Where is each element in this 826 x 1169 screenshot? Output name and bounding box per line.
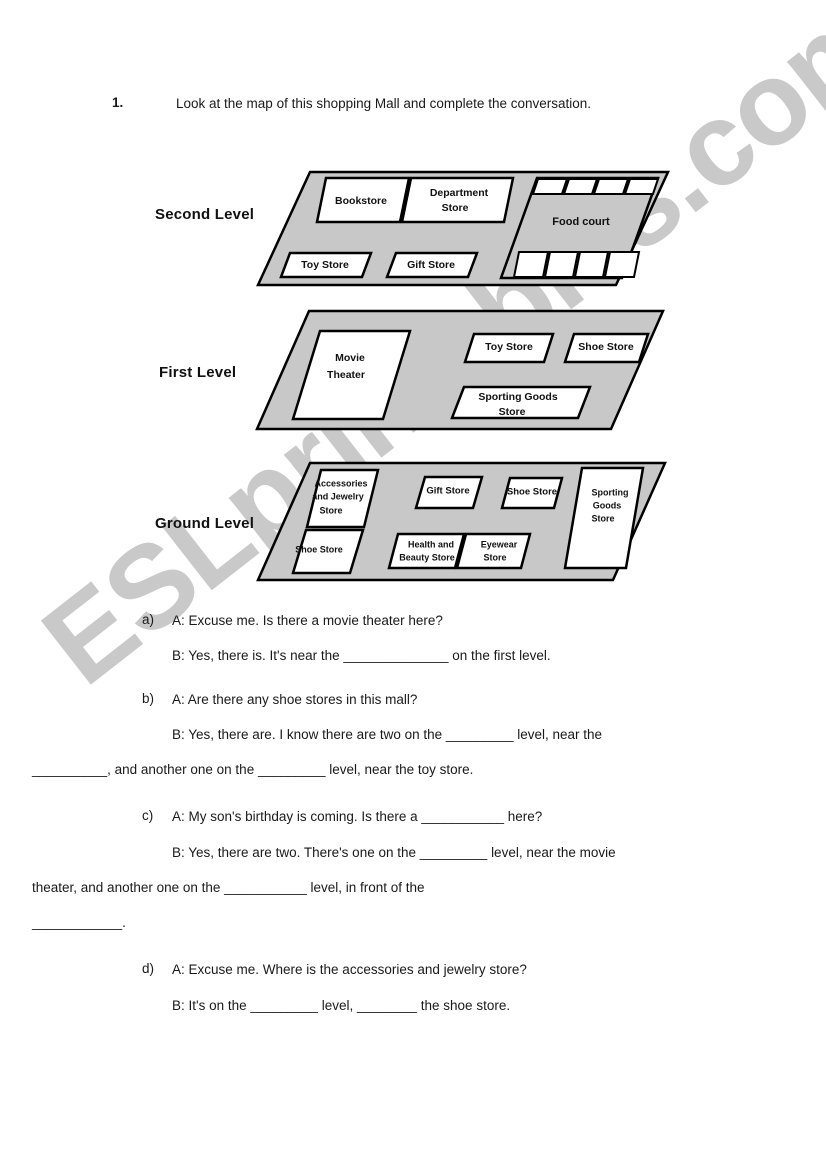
shop-label-and-jewelry: and Jewelry [312, 491, 364, 501]
shop-label-store-ground: Store [591, 513, 614, 523]
shop-label-eyewear-store: Store [483, 552, 506, 562]
question-marker-d: d) [142, 961, 155, 977]
question-item-b: b) A: Are there any shoe stores in this … [0, 691, 826, 779]
shop-label-goods-ground: Goods [593, 500, 622, 510]
shop-label-accessories: Accessories [314, 478, 367, 488]
question-item-d: d) A: Excuse me. Where is the accessorie… [0, 961, 826, 1014]
shopping-mall-map: Second Level Bookstore Department Store … [0, 0, 826, 600]
question-b-wrap[interactable]: __________, and another one on the _____… [32, 761, 826, 778]
question-item-c: c) A: My son's birthday is coming. Is th… [0, 808, 826, 931]
question-a-speaker-b[interactable]: B: Yes, there is. It's near the ________… [172, 647, 826, 664]
shop-label-eyewear: Eyewear [481, 539, 518, 549]
question-marker-c: c) [142, 808, 154, 824]
shop-label-shoe-store-ground-left: Shoe Store [295, 544, 343, 554]
shop-label-health-and: Health and [408, 539, 454, 549]
ground-level-slab-svg: Accessories and Jewelry Store Shoe Store… [256, 461, 667, 582]
question-marker-b: b) [142, 690, 155, 706]
question-d-speaker-a: A: Excuse me. Where is the accessories a… [172, 962, 527, 978]
question-c-speaker-b[interactable]: B: Yes, there are two. There's one on th… [172, 844, 826, 861]
question-c-wrap[interactable]: theater, and another one on the ________… [32, 879, 826, 896]
question-marker-a: a) [142, 612, 155, 627]
shop-label-sporting-ground: Sporting [592, 487, 629, 497]
question-item-a: a) A: Excuse me. Is there a movie theate… [0, 612, 826, 665]
shop-label-shoe-store-ground-mid: Shoe Store [507, 487, 557, 498]
question-b-speaker-a: A: Are there any shoe stores in this mal… [172, 691, 418, 707]
question-a-speaker-a: A: Excuse me. Is there a movie theater h… [172, 613, 443, 628]
question-c-speaker-a[interactable]: A: My son's birthday is coming. Is there… [172, 808, 826, 825]
question-d-speaker-b[interactable]: B: It's on the _________ level, ________… [172, 997, 826, 1014]
shop-label-gift-store-ground: Gift Store [426, 486, 469, 497]
question-c-wrap2[interactable]: ____________. [32, 914, 826, 931]
shop-label-beauty-store: Beauty Store [399, 552, 455, 562]
shop-label-accessories-store: Store [319, 505, 342, 515]
questions-list: a) A: Excuse me. Is there a movie theate… [0, 612, 826, 1036]
question-b-speaker-b[interactable]: B: Yes, there are. I know there are two … [172, 726, 826, 743]
